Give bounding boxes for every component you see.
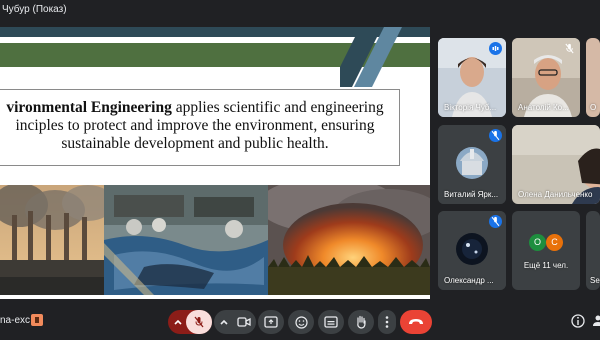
chevron-up-icon[interactable] <box>172 316 184 328</box>
mic-off-button[interactable] <box>186 310 212 334</box>
participant-name: Анатолій Ко... <box>518 103 569 112</box>
slide-photos <box>0 185 430 295</box>
forest-fire-photo <box>268 185 430 295</box>
camera-icon <box>237 317 251 327</box>
slide-text-box: vironmental Engineering applies scientif… <box>0 89 400 166</box>
participant-tile[interactable]: Анатолій Ко... <box>512 38 580 117</box>
slide-bold-text: vironmental Engineering <box>6 99 172 116</box>
slide-line1: applies scientific and engineering <box>171 99 384 116</box>
participant-initial: O <box>529 234 546 251</box>
present-button[interactable] <box>258 310 284 334</box>
slide-decoration <box>340 27 430 87</box>
more-vert-icon <box>385 316 389 328</box>
participant-name: Олена Данильченко <box>518 190 593 199</box>
people-icon[interactable] <box>592 313 600 329</box>
speaking-indicator <box>489 42 502 55</box>
participant-name: Se <box>590 276 600 285</box>
participant-tile[interactable]: Олена Данильченко <box>512 125 600 204</box>
info-icon[interactable] <box>570 313 586 329</box>
participant-tile[interactable]: Виталий Ярк... <box>438 125 506 204</box>
participant-tile[interactable]: Se <box>586 211 600 290</box>
camera-button[interactable] <box>232 310 256 334</box>
slide-line3: sustainable development and public healt… <box>61 135 329 152</box>
smokestacks-photo <box>0 185 104 295</box>
bottom-control-bar: na-exc <box>0 303 600 340</box>
mic-muted-icon <box>489 215 502 228</box>
mic-off-icon <box>194 316 204 328</box>
meeting-code: na-exc <box>0 315 31 326</box>
participant-tile[interactable]: Вікторія Чуб... <box>438 38 506 117</box>
more-options-button[interactable] <box>378 310 396 334</box>
raise-hand-button[interactable] <box>348 310 374 334</box>
more-participants-tile[interactable]: O C Ещё 11 чел. <box>512 211 580 290</box>
hang-up-icon <box>409 319 423 324</box>
captions-icon <box>324 316 338 328</box>
mic-muted-icon <box>489 129 502 142</box>
participant-name: О <box>590 103 597 112</box>
participant-initial: C <box>546 234 563 251</box>
participant-name: Олександр ... <box>444 276 494 285</box>
mic-control-group <box>168 310 212 334</box>
mic-muted-icon <box>565 43 574 54</box>
slide-line2: inciples to protect and improve the envi… <box>15 117 375 134</box>
leave-call-button[interactable] <box>400 310 432 334</box>
presentation-icon[interactable] <box>30 313 44 327</box>
present-screen-icon <box>264 316 278 328</box>
participant-tile[interactable]: Олександр ... <box>438 211 506 290</box>
captions-button[interactable] <box>318 310 344 334</box>
chevron-up-icon[interactable] <box>218 316 230 328</box>
more-participants-label: Ещё 11 чел. <box>523 261 569 270</box>
presenter-label: Чубур (Показ) <box>2 4 67 15</box>
oil-spill-photo <box>104 185 268 295</box>
camera-control-group <box>214 310 256 334</box>
slide-text: vironmental Engineering applies scientif… <box>0 99 391 153</box>
participant-name: Виталий Ярк... <box>444 190 499 199</box>
shared-slide: vironmental Engineering applies scientif… <box>0 27 430 299</box>
raise-hand-icon <box>357 315 366 329</box>
emoji-button[interactable] <box>288 310 314 334</box>
participant-tile[interactable]: О <box>586 38 600 117</box>
emoji-icon <box>294 315 308 329</box>
participant-name: Вікторія Чуб... <box>444 103 497 112</box>
